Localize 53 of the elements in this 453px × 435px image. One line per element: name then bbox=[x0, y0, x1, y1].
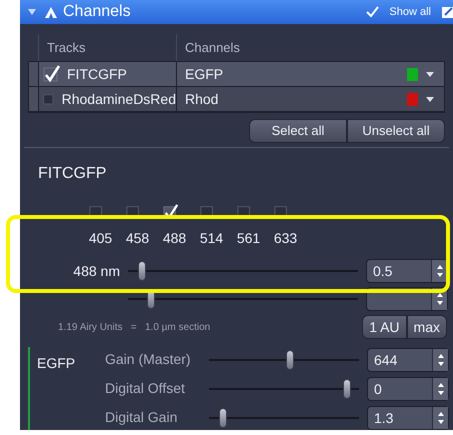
channel-name: EGFP bbox=[184, 64, 224, 84]
collapse-caret-icon[interactable] bbox=[28, 9, 36, 15]
check-icon[interactable] bbox=[366, 6, 380, 18]
track-name: RhodamineDsRed bbox=[62, 90, 176, 108]
slider-thumb[interactable] bbox=[138, 261, 146, 281]
slider[interactable] bbox=[209, 350, 359, 370]
wavelength-label: 458 bbox=[124, 229, 150, 248]
wavelength-label: 405 bbox=[88, 229, 114, 248]
show-all-label[interactable]: Show all bbox=[389, 4, 431, 20]
slider[interactable] bbox=[209, 378, 359, 398]
laser-label: 488 nm bbox=[72, 262, 120, 280]
spin-arrows-icon[interactable] bbox=[432, 348, 448, 370]
wavelength-label: 633 bbox=[272, 229, 298, 248]
select-button[interactable]: Select all bbox=[249, 119, 347, 143]
dropdown-caret-icon[interactable] bbox=[426, 72, 434, 76]
wavelength-label: 488 bbox=[162, 229, 188, 248]
select-button[interactable]: Unselect all bbox=[347, 119, 445, 143]
track-name: FITCGFP bbox=[67, 64, 127, 84]
slider[interactable] bbox=[209, 408, 359, 428]
edit-icon[interactable] bbox=[441, 5, 453, 19]
number-field[interactable]: 1.3 bbox=[367, 406, 449, 430]
spin-arrows-icon[interactable] bbox=[432, 378, 448, 400]
color-swatch[interactable] bbox=[407, 92, 418, 106]
slider-thumb[interactable] bbox=[286, 350, 294, 370]
track-title: FITCGFP bbox=[38, 164, 106, 184]
pinhole-button[interactable]: 1 AU bbox=[362, 315, 407, 339]
mountain-icon bbox=[45, 6, 57, 18]
slider-thumb[interactable] bbox=[343, 378, 351, 398]
checkbox[interactable] bbox=[43, 65, 61, 83]
spin-arrows-icon[interactable] bbox=[431, 260, 447, 282]
number-field[interactable]: 0.5 bbox=[366, 259, 448, 283]
spin-arrows-icon[interactable] bbox=[432, 406, 448, 428]
column-header: Channels bbox=[176, 34, 445, 61]
airy-units-text: 1.19 Airy Units = 1.0 µm section bbox=[58, 320, 210, 334]
panel-title: Channels bbox=[63, 2, 131, 22]
color-swatch[interactable] bbox=[407, 68, 418, 80]
control-label: Gain (Master) bbox=[105, 350, 192, 369]
dropdown-caret-icon[interactable] bbox=[426, 96, 434, 102]
number-field[interactable]: 644 bbox=[367, 348, 449, 372]
track-row[interactable]: RhodamineDsRed Rhod bbox=[29, 87, 444, 112]
panel-header[interactable]: Channels Show all bbox=[20, 0, 453, 24]
column-header: Tracks bbox=[38, 34, 176, 61]
pinhole-button[interactable]: max bbox=[406, 315, 447, 339]
channel-name: Rhod bbox=[184, 90, 218, 108]
wavelength-label: 561 bbox=[236, 229, 262, 248]
control-label: Digital Gain bbox=[105, 408, 178, 427]
number-field[interactable]: 0 bbox=[367, 376, 449, 400]
slider-thumb[interactable] bbox=[218, 408, 226, 428]
track-row[interactable]: FITCGFP EGFP bbox=[29, 62, 444, 87]
detector-channel: EGFP bbox=[37, 354, 76, 373]
slider[interactable] bbox=[128, 261, 358, 281]
wavelength-label: 514 bbox=[198, 229, 224, 248]
control-label: Digital Offset bbox=[105, 379, 186, 398]
